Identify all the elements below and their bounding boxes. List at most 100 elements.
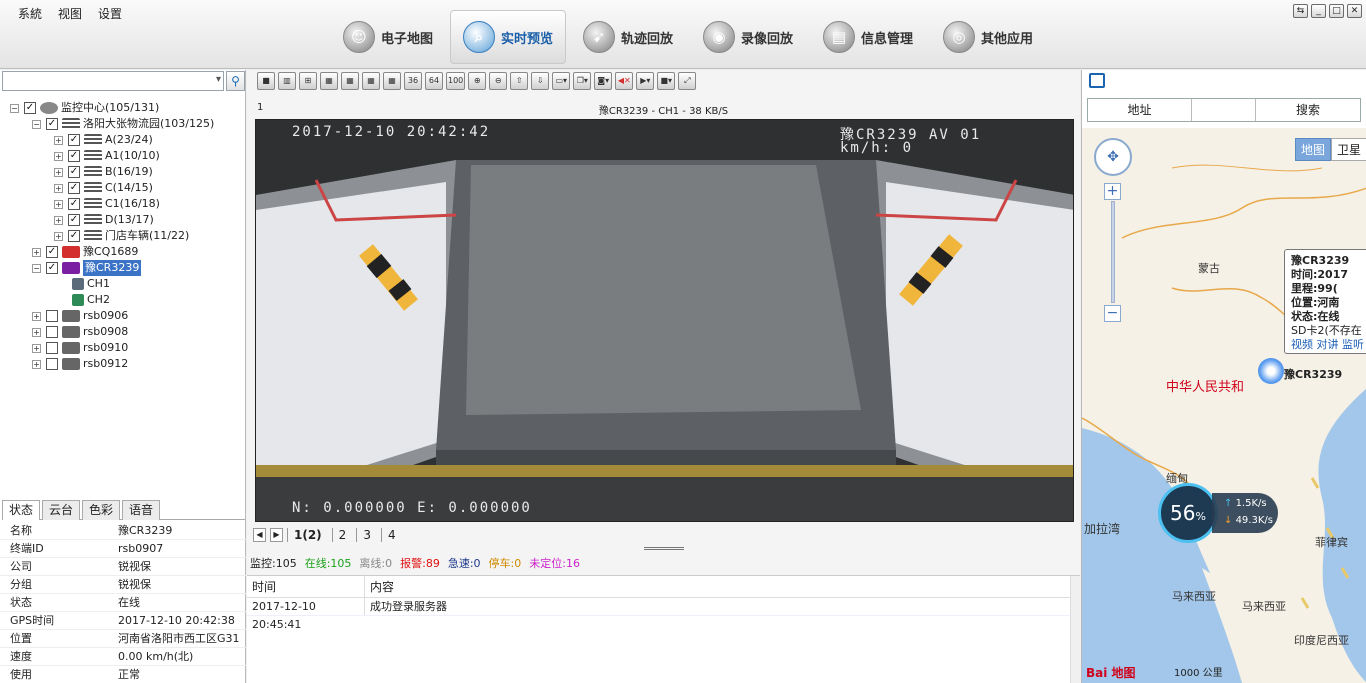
upload-icon[interactable]: ⇧ [510, 72, 529, 90]
layout-2-icon[interactable]: ▥ [278, 72, 296, 90]
mute-icon[interactable]: ◀✕ [615, 72, 634, 90]
popup-talk-link[interactable]: 对讲 [1317, 338, 1339, 351]
page-tab-1[interactable]: 1(2) [287, 528, 328, 542]
collapse-icon[interactable]: − [32, 119, 41, 129]
tree-node-vehicle[interactable]: + rsb0910 [32, 340, 128, 356]
tree-node-group[interactable]: − ✓ 洛阳大张物流园(103/125) [32, 116, 214, 132]
checkbox[interactable]: ✓ [46, 262, 58, 274]
zoom-in-icon[interactable]: ⊕ [468, 72, 487, 90]
minimize-icon[interactable]: _ [1311, 4, 1326, 18]
stop-icon[interactable]: ■▾ [657, 72, 676, 90]
layout-6-icon[interactable]: ▦ [320, 72, 338, 90]
tree-node-channel[interactable]: CH2 [72, 292, 110, 308]
tree-node-monitor-center[interactable]: − ✓ 监控中心(105/131) [10, 100, 159, 116]
checkbox[interactable]: ✓ [68, 166, 80, 178]
checkbox[interactable]: ✓ [46, 246, 58, 258]
expand-icon[interactable]: + [32, 359, 41, 369]
tab-video-playback[interactable]: ◉ 录像回放 [690, 10, 806, 64]
chevron-down-icon[interactable]: ▾ [216, 74, 221, 85]
tab-other-apps[interactable]: ◎ 其他应用 [930, 10, 1046, 64]
collapse-icon[interactable]: − [32, 263, 41, 273]
restore-icon[interactable]: ⇆ [1293, 4, 1308, 18]
tree-node-subgroup[interactable]: + ✓ C(14/15) [54, 180, 153, 196]
tab-live-preview[interactable]: ⌕ 实时预览 [450, 10, 566, 64]
tree-node-vehicle-selected[interactable]: − ✓ 豫CR3239 [32, 260, 142, 276]
layout-9-icon[interactable]: ▦ [362, 72, 380, 90]
checkbox[interactable]: ✓ [46, 118, 58, 130]
tab-color[interactable]: 色彩 [82, 500, 120, 520]
expand-icon[interactable]: + [32, 343, 41, 353]
popup-video-link[interactable]: 视频 [1291, 338, 1313, 351]
expand-icon[interactable]: + [32, 327, 41, 337]
zoom-out-icon[interactable]: ⊖ [489, 72, 508, 90]
menu-settings[interactable]: 设置 [90, 4, 130, 23]
expand-icon[interactable]: + [32, 247, 41, 257]
expand-icon[interactable]: + [54, 231, 63, 241]
tree-node-channel[interactable]: CH1 [72, 276, 110, 292]
checkbox[interactable] [46, 342, 58, 354]
download-icon[interactable]: ⇩ [531, 72, 550, 90]
checkbox[interactable]: ✓ [68, 214, 80, 226]
close-icon[interactable]: ✕ [1347, 4, 1362, 18]
tree-node-subgroup[interactable]: + ✓ D(13/17) [54, 212, 154, 228]
page-tab-3[interactable]: 3 [356, 528, 377, 542]
tree-node-subgroup[interactable]: + ✓ B(16/19) [54, 164, 153, 180]
vehicle-marker-icon[interactable] [1258, 358, 1284, 384]
expand-icon[interactable]: + [54, 215, 63, 225]
expand-icon[interactable]: + [32, 311, 41, 321]
map-search-button[interactable]: 搜索 [1256, 99, 1360, 121]
tree-node-subgroup[interactable]: + ✓ 门店车辆(11/22) [54, 228, 189, 244]
checkbox[interactable] [46, 358, 58, 370]
expand-icon[interactable]: + [54, 183, 63, 193]
expand-icon[interactable]: + [54, 151, 63, 161]
layout-64-button[interactable]: 64 [425, 72, 443, 90]
expand-icon[interactable]: + [54, 135, 63, 145]
next-page-icon[interactable]: ▶ [270, 528, 283, 542]
tab-info-management[interactable]: ▤ 信息管理 [810, 10, 926, 64]
checkbox[interactable]: ✓ [24, 102, 36, 114]
layout-16-icon[interactable]: ▦ [383, 72, 401, 90]
layout-8-icon[interactable]: ▦ [341, 72, 359, 90]
checkbox[interactable]: ✓ [68, 134, 80, 146]
zoom-in-button[interactable]: + [1104, 183, 1121, 200]
checkbox[interactable]: ✓ [68, 182, 80, 194]
zoom-slider[interactable] [1111, 201, 1115, 303]
menu-view[interactable]: 视图 [50, 4, 90, 23]
map-type-map[interactable]: 地图 [1294, 138, 1331, 161]
tree-node-vehicle[interactable]: + rsb0906 [32, 308, 128, 324]
tree-node-vehicle[interactable]: + rsb0908 [32, 324, 128, 340]
tab-voice[interactable]: 语音 [122, 500, 160, 520]
tree-node-subgroup[interactable]: + ✓ A1(10/10) [54, 148, 160, 164]
tree-node-vehicle[interactable]: + ✓ 豫CQ1689 [32, 244, 138, 260]
page-tab-2[interactable]: 2 [331, 528, 353, 542]
address-input[interactable] [1192, 99, 1256, 121]
log-scrollbar[interactable] [1070, 576, 1080, 683]
layout-36-button[interactable]: 36 [404, 72, 422, 90]
maximize-icon[interactable]: □ [1329, 4, 1344, 18]
expand-icon[interactable]: + [54, 167, 63, 177]
layout-100-button[interactable]: 100 [446, 72, 466, 90]
search-button[interactable]: ⚲ [226, 71, 245, 91]
checkbox[interactable]: ✓ [68, 150, 80, 162]
collapse-icon[interactable]: − [10, 103, 19, 113]
tab-status[interactable]: 状态 [2, 500, 40, 520]
menu-system[interactable]: 系統 [10, 4, 50, 23]
popup-listen-link[interactable]: 监听 [1342, 338, 1364, 351]
snapshot-icon[interactable]: ◙▾ [594, 72, 613, 90]
zoom-out-button[interactable]: − [1104, 305, 1121, 322]
log-row[interactable]: 2017-12-10 20:45:41 成功登录服务器 [247, 598, 1080, 631]
checkbox[interactable]: ✓ [68, 230, 80, 242]
fullscreen-icon[interactable]: ⤢ [678, 72, 697, 90]
checkbox[interactable]: ✓ [68, 198, 80, 210]
expand-icon[interactable]: + [54, 199, 63, 209]
tree-node-vehicle[interactable]: + rsb0912 [32, 356, 128, 372]
tab-ptz[interactable]: 云台 [42, 500, 80, 520]
device-search-input[interactable]: ▾ [2, 71, 224, 91]
tab-electronic-map[interactable]: ☺ 电子地图 [330, 10, 446, 64]
window-mode-icon[interactable]: ❐▾ [573, 72, 592, 90]
panel-splitter[interactable] [644, 547, 684, 550]
layout-1-icon[interactable]: ■ [257, 72, 275, 90]
play-icon[interactable]: ▶▾ [636, 72, 655, 90]
prev-page-icon[interactable]: ◀ [253, 528, 266, 542]
tree-node-subgroup[interactable]: + ✓ C1(16/18) [54, 196, 160, 212]
